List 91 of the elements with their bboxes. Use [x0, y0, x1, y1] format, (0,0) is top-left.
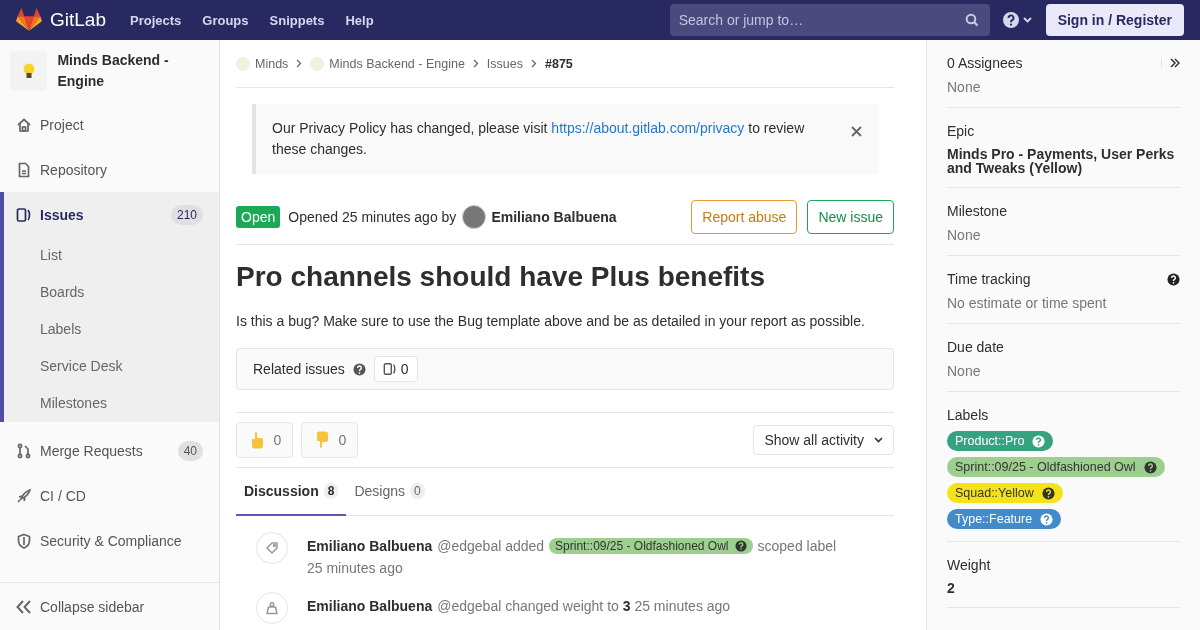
double-chevron-left-icon[interactable]: [16, 599, 32, 614]
chevron-right-icon: [296, 59, 303, 68]
help-icon[interactable]: [1143, 460, 1157, 474]
user-avatar: [462, 205, 487, 229]
award-button[interactable]: 0: [236, 422, 293, 458]
collapse-sidebar-link[interactable]: Collapse sidebar: [40, 598, 145, 615]
merge-request-icon: [16, 442, 32, 459]
privacy-link[interactable]: https://about.gitlab.com/privacy: [551, 120, 745, 136]
note-action: @edgebal changed weight to 3 25 minutes ago: [437, 598, 731, 614]
breadcrumb-link[interactable]: Issues: [486, 56, 523, 71]
sidebar-section-value: No estimate or time spent: [947, 295, 1108, 311]
sidebar-section-value: Minds Pro - Payments, User Perks and Tweaks (Yellow): [947, 147, 1176, 175]
sidebar-section-title: Time tracking: [947, 271, 1031, 287]
sidebar-section-title: Due date: [947, 339, 1004, 355]
alert-message: Our Privacy Policy has changed, please visit https://about.gitlab.com/privacy to review these changes.: [272, 119, 806, 159]
sidebar-subitem[interactable]: Service Desk: [4, 348, 219, 385]
count-badge: 40: [177, 440, 203, 461]
double-chevron-right-icon[interactable]: [1161, 58, 1180, 68]
sidebar-subitem[interactable]: Labels: [4, 311, 219, 348]
project-name[interactable]: Minds Backend - Engine: [57, 50, 209, 92]
rocket-icon: [16, 487, 32, 504]
search-field[interactable]: Search or jump to…: [669, 4, 990, 36]
issue-description: Is this a bug? Make sure to use the Bug template above and be as detailed in your report as possible.: [236, 313, 866, 329]
scoped-label[interactable]: Sprint::09/25 - Oldfashioned Owl: [947, 457, 1165, 477]
related-count-badge[interactable]: 0: [373, 356, 418, 382]
bulb-avatar-icon: [236, 56, 250, 71]
sidebar-subitem[interactable]: List: [4, 237, 219, 274]
note-suffix: scoped label: [757, 538, 837, 554]
note-time: 25 minutes ago: [307, 560, 404, 576]
help-icon[interactable]: [352, 362, 366, 376]
sidebar-item[interactable]: CI / CD: [0, 473, 219, 518]
tab[interactable]: Discussion 8: [236, 468, 347, 516]
related-issues-label: Related issues: [253, 361, 345, 377]
tag-icon: [256, 532, 288, 564]
issue-action-button[interactable]: New issue: [807, 200, 894, 234]
nav-link[interactable]: Groups: [202, 12, 249, 28]
sidebar-subitem[interactable]: Boards: [4, 274, 219, 311]
issues-icon: [16, 206, 32, 223]
scoped-label[interactable]: Type::Feature: [947, 509, 1062, 529]
sign-in-button[interactable]: Sign in / Register: [1045, 4, 1184, 36]
sidebar-section-value: None: [947, 363, 982, 379]
sidebar-section-title: 0 Assignees: [947, 55, 1023, 71]
bulb-avatar-icon: [310, 56, 325, 71]
note-author[interactable]: Emiliano Balbuena: [307, 538, 433, 554]
issue-title: Pro channels should have Plus benefits: [236, 261, 767, 293]
house-icon: [16, 116, 32, 133]
sidebar-section-value: 2: [947, 581, 956, 595]
help-icon[interactable]: [734, 540, 747, 552]
sidebar-section-value: None: [947, 227, 982, 243]
sidebar-item[interactable]: Merge Requests 40: [0, 428, 219, 473]
sidebar-section-title: Labels: [947, 407, 989, 423]
bulb-avatar-icon: [10, 51, 48, 91]
scoped-label[interactable]: Sprint::09/25 - Oldfashioned Owl: [549, 538, 753, 554]
nav-link[interactable]: Snippets: [269, 12, 325, 28]
sidebar-section-title: Epic: [947, 123, 975, 139]
document-icon: [16, 161, 32, 178]
weight-icon: [256, 592, 288, 624]
sidebar-subitem[interactable]: Milestones: [4, 385, 219, 422]
sidebar-section-title: Weight: [947, 557, 991, 573]
chevron-right-icon: [531, 59, 537, 68]
sidebar-item[interactable]: Issues 210: [4, 192, 219, 237]
help-dropdown-icon[interactable]: [1001, 11, 1034, 29]
breadcrumb-link[interactable]: Minds Backend - Engine: [310, 56, 465, 71]
breadcrumb-link[interactable]: Minds: [236, 56, 289, 71]
status-badge: Open: [236, 206, 281, 228]
activity-filter-dropdown[interactable]: Show all activity: [753, 425, 894, 455]
sidebar-section-value: None: [947, 79, 982, 95]
sidebar-section-title: Milestone: [947, 203, 1007, 219]
author-link[interactable]: Emiliano Balbuena: [491, 209, 617, 225]
chevron-right-icon: [472, 59, 479, 68]
sidebar-item[interactable]: Security & Compliance: [0, 518, 219, 563]
note-author[interactable]: Emiliano Balbuena: [307, 598, 433, 614]
brand-name[interactable]: GitLab: [50, 9, 106, 31]
shield-icon: [16, 532, 32, 549]
help-icon[interactable]: [1167, 272, 1180, 286]
sidebar-item[interactable]: Project: [0, 102, 219, 147]
nav-link[interactable]: Projects: [130, 12, 182, 28]
nav-link[interactable]: Help: [345, 12, 374, 28]
award-button[interactable]: 0: [301, 422, 358, 458]
opened-meta: Opened 25 minutes ago by: [288, 209, 457, 225]
scoped-label[interactable]: Squad::Yellow: [947, 483, 1063, 503]
chevron-down-icon: [874, 437, 883, 443]
sidebar-item[interactable]: Repository: [0, 147, 219, 192]
fox-logo-icon[interactable]: [16, 8, 42, 32]
close-icon[interactable]: [851, 126, 862, 137]
help-icon[interactable]: [1041, 486, 1055, 500]
tab[interactable]: Designs 0: [346, 468, 433, 516]
search-icon: [964, 13, 979, 27]
count-badge: 210: [170, 204, 203, 225]
breadcrumb-link[interactable]: #875: [545, 56, 573, 71]
note-action: @edgebal added: [437, 538, 545, 554]
